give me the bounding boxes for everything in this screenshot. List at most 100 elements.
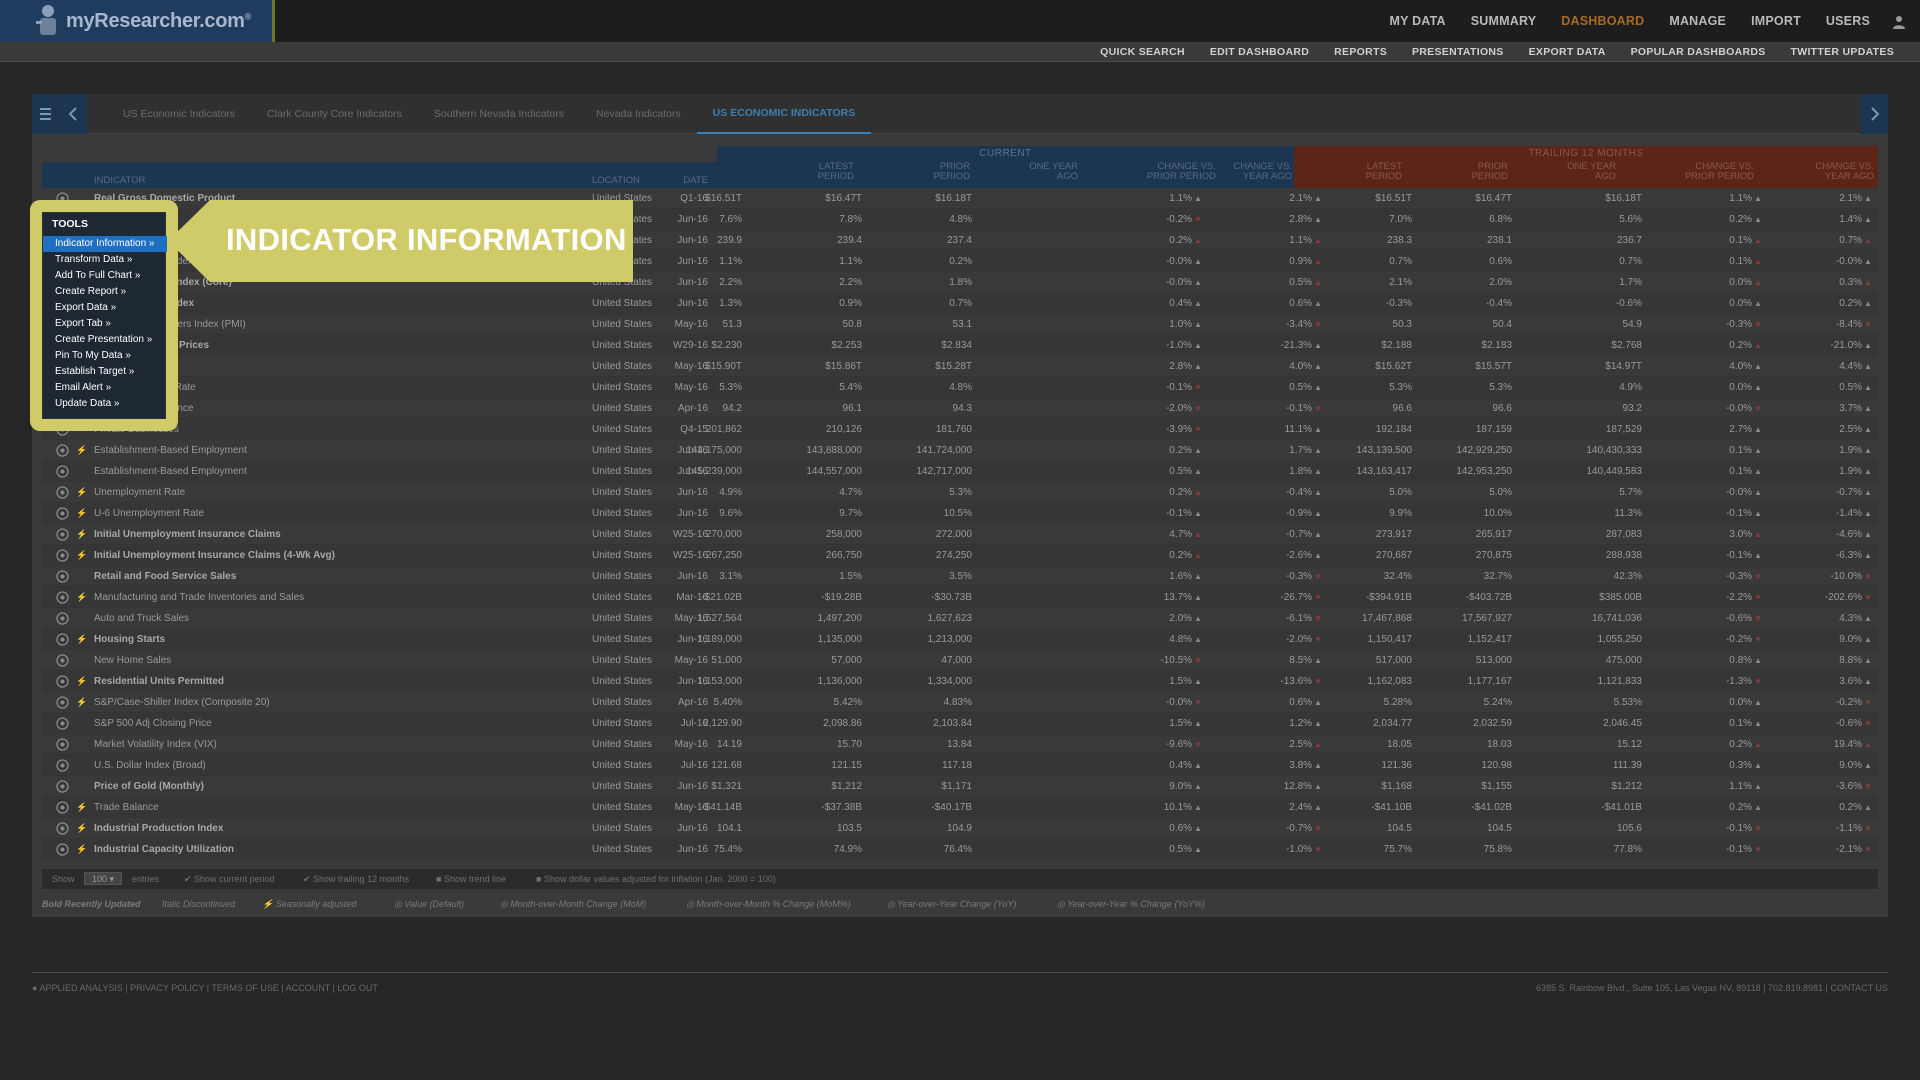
- indicator-name[interactable]: S&P 500 Adj Closing Price: [94, 713, 212, 734]
- value-type-icon[interactable]: [56, 570, 69, 583]
- tools-item-6[interactable]: Create Presentation »: [43, 332, 167, 348]
- indicator-name[interactable]: U-6 Unemployment Rate: [94, 503, 204, 524]
- tab-2[interactable]: Southern Nevada Indicators: [418, 94, 580, 134]
- nav-summary[interactable]: SUMMARY: [1471, 14, 1537, 28]
- subnav-reports[interactable]: REPORTS: [1334, 46, 1387, 58]
- table-row[interactable]: U.S. Dollar Index (Broad) United States Ju…: [42, 755, 1878, 776]
- header-current-prior[interactable]: PRIOR PERIOD: [862, 162, 970, 188]
- tab-1[interactable]: Clark County Core Indicators: [251, 94, 418, 134]
- indicator-name[interactable]: Establishment-Based Employment: [94, 461, 247, 482]
- tools-item-8[interactable]: Establish Target »: [43, 364, 167, 380]
- table-row[interactable]: S&P 500 Adj Closing Price United States Ju…: [42, 713, 1878, 734]
- logo[interactable]: myResearcher.com®: [0, 0, 275, 42]
- table-row[interactable]: Producer Price IndexUnited StatesJun-161…: [42, 293, 1878, 314]
- indicator-name[interactable]: Auto and Truck Sales: [94, 608, 189, 629]
- value-type-icon[interactable]: [56, 738, 69, 751]
- nav-import[interactable]: IMPORT: [1751, 14, 1801, 28]
- show-current-checkbox[interactable]: ✔ Show current period: [184, 869, 275, 889]
- table-row[interactable]: Private BusinessesUnited StatesQ4-15201,…: [42, 419, 1878, 440]
- subnav-twitter-updates[interactable]: TWITTER UPDATES: [1791, 46, 1894, 58]
- tab-4[interactable]: US ECONOMIC INDICATORS: [696, 94, 872, 134]
- table-row[interactable]: Personal Savings RateUnited StatesMay-16…: [42, 377, 1878, 398]
- indicator-name[interactable]: U.S. Dollar Index (Broad): [94, 755, 206, 776]
- indicator-name[interactable]: Trade Balance: [94, 797, 159, 818]
- indicator-name[interactable]: Residential Units Permitted: [94, 671, 224, 692]
- value-type-icon[interactable]: [56, 843, 69, 856]
- header-current-latest[interactable]: LATEST PERIOD: [742, 162, 854, 188]
- table-row[interactable]: Regular Gasoline PricesUnited StatesW29-…: [42, 335, 1878, 356]
- header-trailing-change-prior[interactable]: CHANGE VS. PRIOR PERIOD: [1632, 162, 1754, 188]
- value-type-icon[interactable]: [56, 780, 69, 793]
- table-row[interactable]: ⚡ Initial Unemployment Insurance Claims Un…: [42, 524, 1878, 545]
- previous-tab-button[interactable]: [60, 94, 87, 134]
- footer-links[interactable]: ● APPLIED ANALYSIS | PRIVACY POLICY | TE…: [32, 983, 378, 993]
- indicator-name[interactable]: Initial Unemployment Insurance Claims: [94, 524, 281, 545]
- table-row[interactable]: Purchasing Managers Index (PMI)United St…: [42, 314, 1878, 335]
- header-current-change-prior[interactable]: CHANGE VS. PRIOR PERIOD: [1082, 162, 1216, 188]
- tools-item-0[interactable]: Indicator Information »: [43, 236, 167, 252]
- subnav-quick-search[interactable]: QUICK SEARCH: [1100, 46, 1185, 58]
- entries-select[interactable]: 100 ▾: [84, 872, 122, 885]
- tab-0[interactable]: US Economic Indicators: [107, 94, 251, 134]
- header-trailing-year-ago[interactable]: ONE YEAR AGO: [1512, 162, 1616, 188]
- value-type-icon[interactable]: [56, 549, 69, 562]
- nav-dashboard[interactable]: DASHBOARD: [1561, 14, 1644, 28]
- table-row[interactable]: Price of Gold (Monthly) United States Jun-…: [42, 776, 1878, 797]
- value-type-icon[interactable]: [56, 507, 69, 520]
- subnav-edit-dashboard[interactable]: EDIT DASHBOARD: [1210, 46, 1309, 58]
- show-trend-checkbox[interactable]: ■ Show trend line: [436, 869, 506, 889]
- value-type-icon[interactable]: [56, 675, 69, 688]
- header-trailing-latest[interactable]: LATEST PERIOD: [1312, 162, 1402, 188]
- tools-item-5[interactable]: Export Tab »: [43, 316, 167, 332]
- user-icon[interactable]: [1892, 15, 1906, 29]
- indicator-name[interactable]: Market Volatility Index (VIX): [94, 734, 217, 755]
- tools-item-9[interactable]: Email Alert »: [43, 380, 167, 396]
- next-tab-button[interactable]: [1861, 94, 1888, 134]
- table-row[interactable]: Consumer ConfidenceUnited StatesApr-1694…: [42, 398, 1878, 419]
- tools-item-3[interactable]: Create Report »: [43, 284, 167, 300]
- indicator-name[interactable]: Industrial Production Index: [94, 818, 223, 839]
- nav-users[interactable]: USERS: [1826, 14, 1870, 28]
- table-row[interactable]: Auto and Truck Sales United States May-16 1…: [42, 608, 1878, 629]
- table-row[interactable]: Establishment-Based Employment United Sta…: [42, 461, 1878, 482]
- header-current-change-year[interactable]: CHANGE VS. YEAR AGO: [1218, 162, 1292, 188]
- tools-item-10[interactable]: Update Data »: [43, 396, 167, 412]
- inflation-adjust-checkbox[interactable]: ■ Show dollar values adjusted for inflat…: [536, 869, 776, 889]
- table-row[interactable]: ⚡ Establishment-Based Employment United St…: [42, 440, 1878, 461]
- table-row[interactable]: ⚡ S&P/Case-Shiller Index (Composite 20) Un…: [42, 692, 1878, 713]
- indicator-name[interactable]: S&P/Case-Shiller Index (Composite 20): [94, 692, 270, 713]
- table-row[interactable]: Market Volatility Index (VIX) United Stat…: [42, 734, 1878, 755]
- table-row[interactable]: Retail and Food Service Sales United Stat…: [42, 566, 1878, 587]
- value-type-icon[interactable]: [56, 759, 69, 772]
- subnav-export-data[interactable]: EXPORT DATA: [1529, 46, 1606, 58]
- indicator-name[interactable]: New Home Sales: [94, 650, 171, 671]
- show-trailing-checkbox[interactable]: ✔ Show trailing 12 months: [303, 869, 409, 889]
- value-type-icon[interactable]: [56, 444, 69, 457]
- value-type-icon[interactable]: [56, 696, 69, 709]
- tools-item-7[interactable]: Pin To My Data »: [43, 348, 167, 364]
- table-row[interactable]: ⚡ Housing Starts United States Jun-16 1,189,…: [42, 629, 1878, 650]
- table-row[interactable]: ⚡ Unemployment Rate United States Jun-16 4.9…: [42, 482, 1878, 503]
- indicator-name[interactable]: Price of Gold (Monthly): [94, 776, 204, 797]
- indicator-name[interactable]: Initial Unemployment Insurance Claims (4…: [94, 545, 335, 566]
- menu-button[interactable]: [32, 94, 59, 134]
- indicator-name[interactable]: Establishment-Based Employment: [94, 440, 247, 461]
- indicator-name[interactable]: Housing Starts: [94, 629, 165, 650]
- value-type-icon[interactable]: [56, 633, 69, 646]
- value-type-icon[interactable]: [56, 822, 69, 835]
- tab-3[interactable]: Nevada Indicators: [580, 94, 697, 134]
- header-trailing-prior[interactable]: PRIOR PERIOD: [1422, 162, 1508, 188]
- table-row[interactable]: New Home Sales United States May-16 51,000 5…: [42, 650, 1878, 671]
- value-type-icon[interactable]: [56, 612, 69, 625]
- indicator-name[interactable]: Retail and Food Service Sales: [94, 566, 236, 587]
- header-current-year-ago[interactable]: ONE YEAR AGO: [972, 162, 1078, 188]
- tools-item-1[interactable]: Transform Data »: [43, 252, 167, 268]
- table-row[interactable]: ⚡ Trade Balance United States May-16 -$41.14…: [42, 797, 1878, 818]
- value-type-icon[interactable]: [56, 717, 69, 730]
- value-type-icon[interactable]: [56, 801, 69, 814]
- table-row[interactable]: Personal IncomeUnited StatesMay-16$15.90…: [42, 356, 1878, 377]
- value-type-icon[interactable]: [56, 465, 69, 478]
- value-type-icon[interactable]: [56, 654, 69, 667]
- header-trailing-change-year[interactable]: CHANGE VS. YEAR AGO: [1782, 162, 1874, 188]
- table-row[interactable]: ⚡ Manufacturing and Trade Inventories and…: [42, 587, 1878, 608]
